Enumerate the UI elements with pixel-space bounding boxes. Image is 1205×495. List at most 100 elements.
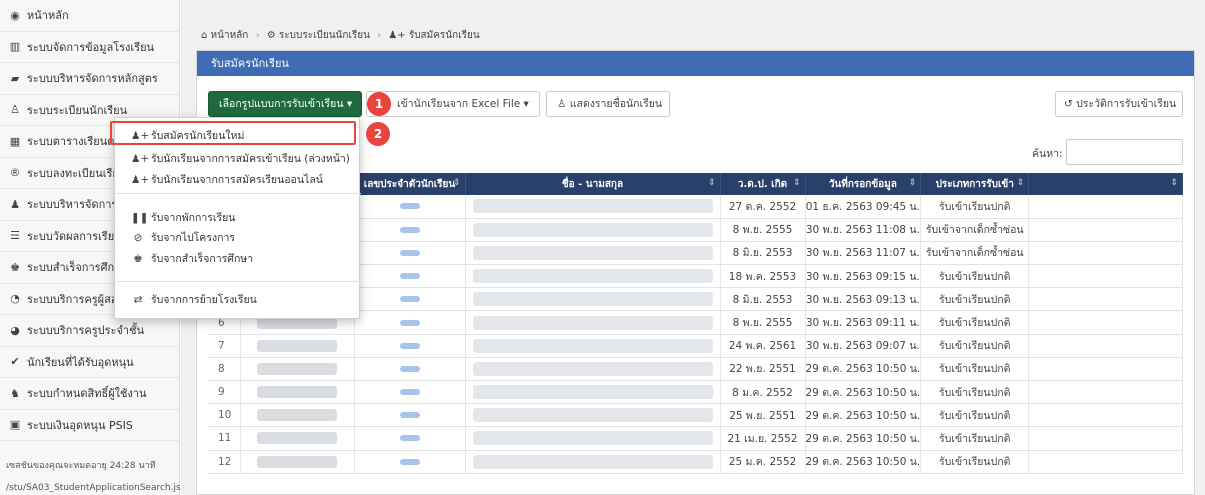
col-student-id[interactable]: เลขประจำตัวนักเรียน ⇕ [354, 173, 466, 195]
redacted-block [257, 432, 337, 445]
citizen-id-cell [240, 403, 355, 428]
sidebar-item-label: ระบบบริการครูประจำชั้น [27, 324, 145, 338]
redacted-block [399, 342, 420, 349]
sidebar-item-label: ระบบระเบียนนักเรียน [27, 103, 128, 117]
entered-date-cell: 30 พ.ย. 2563 09:15 น. [805, 264, 922, 289]
redacted-block [257, 339, 337, 352]
graduation-cap-icon: ♚ [133, 253, 143, 265]
student-id-cell [354, 334, 466, 358]
callout-badge-2: 2 [366, 122, 390, 146]
col-admission-type[interactable]: ประเภทการรับเข้า ⇕ [920, 173, 1030, 195]
user-circle-icon: ◔ [10, 292, 20, 306]
dropdown-item[interactable]: ⇄ รับจากการย้ายโรงเรียน [115, 290, 361, 310]
sidebar-item[interactable]: ▥ ระบบจัดการข้อมูลโรงเรียน [0, 32, 179, 63]
dropdown-item[interactable]: ♟+ รับนักเรียนจากการสมัครเข้าเรียน (ล่วงห… [115, 149, 361, 169]
user-add-icon: ♟+ [388, 30, 406, 41]
redacted-block [399, 203, 420, 210]
fullname-cell [465, 241, 721, 266]
page-path: /stu/SA03_StudentApplicationSearch.jsp [6, 483, 187, 493]
redacted-block [399, 458, 420, 465]
row-number-cell: 11 [208, 426, 241, 451]
sidebar-item[interactable]: ◕ ระบบบริการครูประจำชั้น [0, 315, 179, 347]
col-fullname[interactable]: ชื่อ - นามสกุล ⇕ [465, 173, 721, 195]
col-extra[interactable]: ⇕ [1028, 173, 1183, 195]
dob-cell: 25 ม.ค. 2552 [720, 450, 806, 474]
sidebar-item[interactable]: ♞ ระบบกำหนดสิทธิ์ผู้ใช้งาน [0, 378, 179, 410]
redacted-block [472, 245, 713, 260]
dropdown-item[interactable]: ♚ รับจากสำเร็จการศึกษา [115, 249, 361, 269]
show-student-list-button[interactable]: ♙ แสดงรายชื่อนักเรียน [546, 91, 670, 117]
registered-icon: ® [9, 166, 21, 180]
sort-icon: ⇕ [908, 178, 917, 188]
sidebar-item[interactable]: ▣ ระบบเงินอุดหนุน PSIS [0, 410, 179, 441]
breadcrumb-section[interactable]: ระบบระเบียนนักเรียน [279, 30, 370, 41]
entered-date-cell: 01 ธ.ค. 2563 09:45 น. [805, 195, 922, 219]
calendar-icon: ▦ [9, 134, 21, 148]
dropdown-item-label: รับจากสำเร็จการศึกษา [151, 253, 254, 265]
fullname-cell [465, 357, 721, 382]
sidebar-item-label: ระบบบริหารจัดการหลักสูตร [27, 72, 158, 86]
book-icon: ▰ [10, 71, 20, 85]
sidebar-item[interactable]: ◉ หน้าหลัก [0, 0, 179, 32]
breadcrumb-current: รับสมัครนักเรียน [408, 30, 480, 41]
breadcrumb-home[interactable]: หน้าหลัก [211, 30, 249, 41]
callout-badge-1: 1 [367, 92, 391, 116]
sidebar-item-label: ระบบจัดการข้อมูลโรงเรียน [27, 40, 155, 54]
admission-type-cell: รับเข้าเรียนปกติ [920, 403, 1030, 428]
user-icon: ♟ [10, 197, 20, 211]
dropdown-item-label: รับนักเรียนจากการสมัครเรียนออนไลน์ [151, 174, 323, 186]
sidebar-item[interactable]: ✔ นักเรียนที่ได้รับอุดหนุน [0, 347, 179, 378]
table-row[interactable]: 9 8 ม.ค. 2552 29 ต.ค. 2563 10:50 น. รับเข้า… [208, 380, 1183, 405]
fullname-cell [465, 218, 721, 242]
fullname-cell [465, 403, 721, 428]
col-dob[interactable]: ว.ด.ป. เกิด ⇕ [720, 173, 806, 195]
entered-date-cell: 29 ต.ค. 2563 10:50 น. [805, 403, 922, 428]
table-row[interactable]: 11 21 เม.ย. 2552 29 ต.ค. 2563 10:50 น. รับเ… [208, 426, 1183, 451]
dropdown-item[interactable]: ⊘ รับจากไปโครงการ [115, 228, 361, 248]
row-number-cell: 7 [208, 334, 241, 358]
dropdown-item[interactable]: ♟+ รับนักเรียนจากการสมัครเรียนออนไลน์ [115, 170, 361, 190]
citizen-id-cell [240, 426, 355, 451]
redacted-block [472, 222, 713, 237]
sort-icon: ⇕ [1170, 178, 1178, 188]
table-row[interactable]: 8 22 พ.ย. 2551 29 ต.ค. 2563 10:50 น. รับเข้… [208, 357, 1183, 382]
import-excel-button[interactable]: เข้านักเรียนจาก Excel File ▾ [366, 91, 540, 117]
sort-icon: ⇕ [707, 178, 716, 188]
dropdown-item[interactable]: ❚❚ รับจากพักการเรียน [115, 208, 361, 228]
dropdown-item-label: รับจากการย้ายโรงเรียน [151, 294, 257, 306]
sidebar-item-label: นักเรียนที่ได้รับอุดหนุน [27, 355, 134, 369]
admission-history-button[interactable]: ↺ ประวัติการรับเข้าเรียน [1055, 91, 1183, 117]
sidebar-item-label: ระบบกำหนดสิทธิ์ผู้ใช้งาน [27, 387, 147, 401]
admission-type-cell: รับเข้าเรียนปกติ [920, 426, 1030, 451]
user-add-icon: ♟+ [131, 153, 150, 165]
entered-date-cell: 29 ต.ค. 2563 10:50 น. [805, 380, 922, 405]
search-label: ค้นหา: [1032, 148, 1063, 160]
user-add-icon: ♟+ [131, 174, 150, 186]
table-row[interactable]: 12 25 ม.ค. 2552 29 ต.ค. 2563 10:50 น. รับเข… [208, 450, 1183, 474]
select-admission-format-button[interactable]: เลือกรูปแบบการรับเข้าเรียน ▾ [208, 91, 362, 117]
search-input[interactable] [1066, 139, 1183, 165]
dropdown-divider [115, 281, 361, 282]
fullname-cell [465, 310, 721, 335]
table-row[interactable]: 10 25 พ.ย. 2551 29 ต.ค. 2563 10:50 น. รับเข… [208, 403, 1183, 428]
dropdown-item-label: รับนักเรียนจากการสมัครเข้าเรียน (ล่วงหน้… [151, 153, 350, 165]
extra-cell [1028, 357, 1183, 382]
table-row[interactable]: 7 24 พ.ค. 2561 30 พ.ย. 2563 09:07 น. รับเข้… [208, 334, 1183, 358]
user-outline-icon: ♙ [557, 98, 570, 110]
sort-icon: ⇕ [792, 178, 801, 188]
dob-cell: 27 ต.ค. 2552 [720, 195, 806, 219]
fullname-cell [465, 450, 721, 474]
dob-cell: 18 พ.ค. 2553 [720, 264, 806, 289]
student-id-cell [354, 241, 466, 266]
redacted-block [399, 365, 420, 372]
admission-type-cell: รับเข้าเรียนปกติ [920, 450, 1030, 474]
student-id-cell [354, 357, 466, 382]
student-id-cell [354, 195, 466, 219]
sort-icon: ⇕ [1016, 178, 1025, 188]
sidebar-item[interactable]: ▰ ระบบบริหารจัดการหลักสูตร [0, 63, 179, 95]
sidebar-item-label: หน้าหลัก [27, 9, 69, 23]
col-entered[interactable]: วันที่กรอกข้อมูล ⇕ [805, 173, 922, 195]
redacted-block [257, 455, 337, 468]
sort-icon: ⇕ [452, 178, 461, 188]
sidebar-item-label: ระบบบริหารจัดการบุ [27, 198, 125, 212]
